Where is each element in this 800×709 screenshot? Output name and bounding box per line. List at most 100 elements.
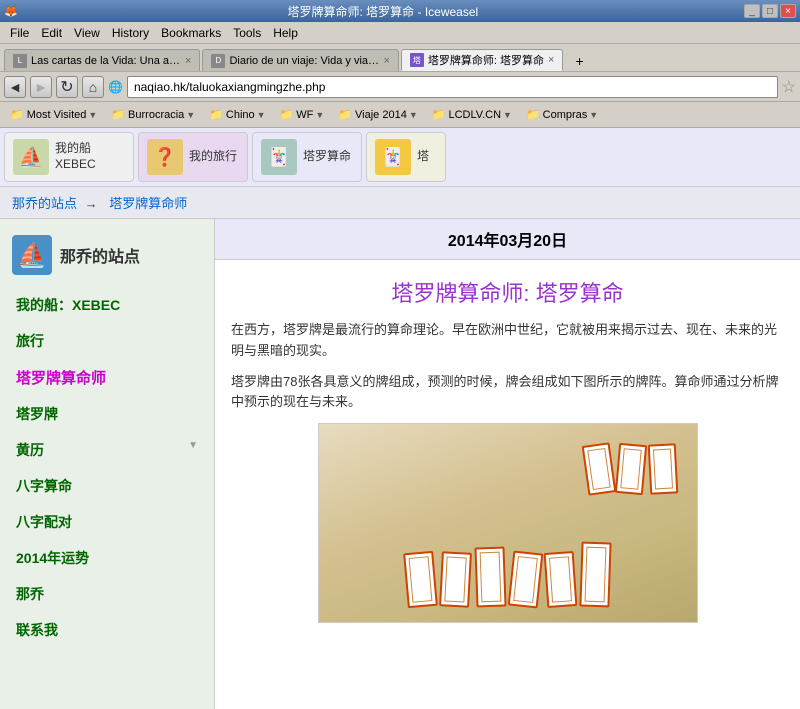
article-paragraph-1: 在西方，塔罗牌是最流行的算命理论。早在欧洲中世纪，它就被用来揭示过去、现在、未来… xyxy=(231,320,784,362)
article-image xyxy=(231,423,784,623)
article-date: 2014年03月20日 xyxy=(448,233,567,250)
sidebar-item-almanac[interactable]: 黄历 ▼ xyxy=(0,432,214,468)
breadcrumb-arrow: → xyxy=(85,196,98,211)
forward-button[interactable]: ► xyxy=(30,76,52,98)
home-button[interactable]: ⌂ xyxy=(82,76,104,98)
tarot-spread-image xyxy=(318,423,698,623)
window-title: 塔罗牌算命师: 塔罗算命 - Iceweasel xyxy=(24,3,742,20)
nav-card-extra-icon: 🃏 xyxy=(375,139,411,175)
tab-label-1: Las cartas de la Vida: Una ay... xyxy=(31,55,181,67)
sidebar-item-travel[interactable]: 旅行 xyxy=(0,323,214,359)
sidebar-item-bazi[interactable]: 八字算命 xyxy=(0,468,214,504)
bookmark-label-4: WF xyxy=(296,109,313,121)
chevron-down-icon-6: ▼ xyxy=(503,110,512,120)
bookmark-chino[interactable]: 📁 Chino ▼ xyxy=(203,106,271,123)
chevron-down-icon-4: ▼ xyxy=(315,110,324,120)
tab-close-1[interactable]: × xyxy=(185,55,191,67)
nav-card-travel-icon: ❓ xyxy=(147,139,183,175)
menu-help[interactable]: Help xyxy=(267,24,304,42)
tab-favicon-1: L xyxy=(13,54,27,68)
tab-close-3[interactable]: × xyxy=(548,54,554,66)
sidebar-item-tarot[interactable]: 塔罗牌 xyxy=(0,396,214,432)
sidebar-item-bazi-match[interactable]: 八字配对 xyxy=(0,504,214,540)
menu-file[interactable]: File xyxy=(4,24,35,42)
refresh-button[interactable]: ↻ xyxy=(56,76,78,98)
bookmark-icon-5: 📁 xyxy=(338,108,352,121)
site-nav: ⛵ 我的船XEBEC ❓ 我的旅行 🃏 塔罗算命 🃏 塔 xyxy=(0,128,800,187)
titlebar: 🦊 塔罗牌算命师: 塔罗算命 - Iceweasel _ □ × xyxy=(0,0,800,22)
breadcrumb-home[interactable]: 那乔的站点 xyxy=(12,196,77,211)
tab-las-cartas[interactable]: L Las cartas de la Vida: Una ay... × xyxy=(4,49,200,71)
url-icon: 🌐 xyxy=(108,80,123,94)
star-button[interactable]: ☆ xyxy=(782,77,796,97)
addressbar: ◄ ► ↻ ⌂ 🌐 ☆ xyxy=(0,72,800,102)
content-date-header: 2014年03月20日 xyxy=(215,219,800,260)
nav-card-tarot-text: 塔罗算命 xyxy=(303,149,351,165)
tab-diario[interactable]: D Diario de un viaje: Vida y viaje... × xyxy=(202,49,398,71)
menubar: File Edit View History Bookmarks Tools H… xyxy=(0,22,800,44)
nav-card-travel[interactable]: ❓ 我的旅行 xyxy=(138,132,248,182)
minimize-button[interactable]: _ xyxy=(744,4,760,18)
nav-card-ship[interactable]: ⛵ 我的船XEBEC xyxy=(4,132,134,182)
dropdown-arrow-icon: ▼ xyxy=(188,440,198,451)
new-tab-button[interactable]: + xyxy=(569,51,589,71)
sidebar-logo-area: ⛵ 那乔的站点 xyxy=(0,227,214,287)
tab-favicon-2: D xyxy=(211,54,225,68)
bookmark-icon-7: 📁 xyxy=(526,108,540,121)
bookmark-viaje[interactable]: 📁 Viaje 2014 ▼ xyxy=(332,106,423,123)
main-layout: ⛵ 那乔的站点 我的船：XEBEC 旅行 塔罗牌算命师 塔罗牌 黄历 ▼ 八字算… xyxy=(0,219,800,709)
back-button[interactable]: ◄ xyxy=(4,76,26,98)
bookmarksbar: 📁 Most Visited ▼ 📁 Burrocracia ▼ 📁 Chino… xyxy=(0,102,800,128)
bookmark-burrocracia[interactable]: 📁 Burrocracia ▼ xyxy=(105,106,201,123)
content-area: 2014年03月20日 塔罗牌算命师: 塔罗算命 在西方，塔罗牌是最流行的算命理… xyxy=(215,219,800,709)
bookmark-label-5: Viaje 2014 xyxy=(355,109,407,121)
chevron-down-icon-5: ▼ xyxy=(409,110,418,120)
bookmark-icon-1: 📁 xyxy=(10,108,24,121)
maximize-button[interactable]: □ xyxy=(762,4,778,18)
breadcrumb: 那乔的站点 → 塔罗牌算命师 xyxy=(0,187,800,219)
sidebar-item-2014[interactable]: 2014年运势 xyxy=(0,540,214,576)
bookmark-lcdlv[interactable]: 📁 LCDLV.CN ▼ xyxy=(426,106,518,123)
tab-label-2: Diario de un viaje: Vida y viaje... xyxy=(229,55,379,67)
bookmark-label-7: Compras xyxy=(543,109,588,121)
bookmark-icon-2: 📁 xyxy=(111,108,125,121)
menu-history[interactable]: History xyxy=(106,24,155,42)
article-body: 在西方，塔罗牌是最流行的算命理论。早在欧洲中世纪，它就被用来揭示过去、现在、未来… xyxy=(231,320,784,413)
menu-bookmarks[interactable]: Bookmarks xyxy=(155,24,227,42)
bookmark-icon-4: 📁 xyxy=(280,108,294,121)
nav-card-extra-text: 塔 xyxy=(417,149,429,165)
tab-favicon-3: 塔 xyxy=(410,53,424,67)
article-container: 塔罗牌算命师: 塔罗算命 在西方，塔罗牌是最流行的算命理论。早在欧洲中世纪，它就… xyxy=(215,260,800,639)
bookmark-compras[interactable]: 📁 Compras ▼ xyxy=(520,106,604,123)
nav-card-tarot-icon: 🃏 xyxy=(261,139,297,175)
nav-card-extra[interactable]: 🃏 塔 xyxy=(366,132,446,182)
nav-card-travel-text: 我的旅行 xyxy=(189,149,237,165)
sidebar-item-ship[interactable]: 我的船：XEBEC xyxy=(0,287,214,323)
bookmark-label-3: Chino xyxy=(226,109,255,121)
article-paragraph-2: 塔罗牌由78张各具意义的牌组成，预测的时候，牌会组成如下图所示的牌阵。算命师通过… xyxy=(231,372,784,414)
tab-tarot[interactable]: 塔 塔罗牌算命师: 塔罗算命 × xyxy=(401,49,564,71)
chevron-down-icon-7: ▼ xyxy=(589,110,598,120)
bookmark-most-visited[interactable]: 📁 Most Visited ▼ xyxy=(4,106,103,123)
bookmark-icon-3: 📁 xyxy=(209,108,223,121)
menu-edit[interactable]: Edit xyxy=(35,24,68,42)
nav-card-ship-icon: ⛵ xyxy=(13,139,49,175)
tabbar: L Las cartas de la Vida: Una ay... × D D… xyxy=(0,44,800,72)
chevron-down-icon-1: ▼ xyxy=(88,110,97,120)
menu-tools[interactable]: Tools xyxy=(227,24,267,42)
tab-close-2[interactable]: × xyxy=(383,55,389,67)
sidebar-item-contact[interactable]: 联系我 xyxy=(0,612,214,648)
sidebar-item-naqiao[interactable]: 那乔 xyxy=(0,576,214,612)
chevron-down-icon-2: ▼ xyxy=(186,110,195,120)
article-title: 塔罗牌算命师: 塔罗算命 xyxy=(231,276,784,308)
sidebar: ⛵ 那乔的站点 我的船：XEBEC 旅行 塔罗牌算命师 塔罗牌 黄历 ▼ 八字算… xyxy=(0,219,215,709)
close-button[interactable]: × xyxy=(780,4,796,18)
nav-card-tarot[interactable]: 🃏 塔罗算命 xyxy=(252,132,362,182)
menu-view[interactable]: View xyxy=(68,24,106,42)
chevron-down-icon-3: ▼ xyxy=(257,110,266,120)
url-input[interactable] xyxy=(127,76,778,98)
bookmark-label-6: LCDLV.CN xyxy=(448,109,501,121)
sidebar-item-tarot-master[interactable]: 塔罗牌算命师 xyxy=(0,359,214,396)
bookmark-wf[interactable]: 📁 WF ▼ xyxy=(274,106,331,123)
breadcrumb-current: 塔罗牌算命师 xyxy=(109,196,187,211)
